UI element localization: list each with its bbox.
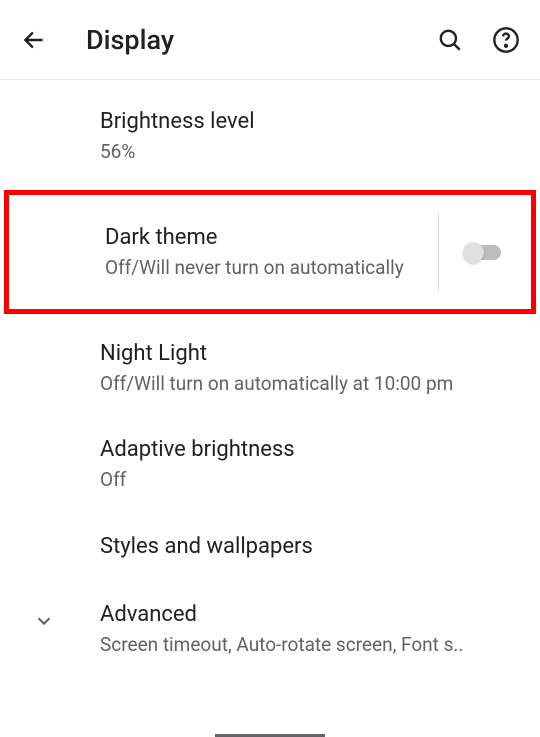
night-light-subtitle: Off/Will turn on automatically at 10:00 … <box>100 371 520 397</box>
adaptive-brightness-title: Adaptive brightness <box>100 436 520 465</box>
back-arrow-icon <box>21 27 47 53</box>
dark-theme-item[interactable]: Dark theme Off/Will never turn on automa… <box>9 195 531 309</box>
expand-button[interactable] <box>32 609 56 633</box>
settings-list: Brightness level 56% Dark theme Off/Will… <box>0 80 540 678</box>
brightness-title: Brightness level <box>100 108 520 137</box>
chevron-down-icon <box>33 610 55 632</box>
dark-theme-toggle[interactable] <box>463 242 503 262</box>
app-header: Display <box>0 0 540 80</box>
dark-theme-highlight: Dark theme Off/Will never turn on automa… <box>4 190 536 314</box>
styles-wallpapers-item[interactable]: Styles and wallpapers <box>0 513 540 582</box>
search-icon <box>437 27 463 53</box>
advanced-item[interactable]: Advanced Screen timeout, Auto-rotate scr… <box>0 581 540 677</box>
adaptive-brightness-item[interactable]: Adaptive brightness Off <box>0 416 540 512</box>
dark-theme-title: Dark theme <box>105 224 422 253</box>
toggle-divider <box>438 213 439 291</box>
night-light-title: Night Light <box>100 340 520 369</box>
header-actions <box>436 26 520 54</box>
page-title: Display <box>86 24 436 56</box>
adaptive-brightness-subtitle: Off <box>100 467 520 493</box>
dark-theme-text: Dark theme Off/Will never turn on automa… <box>105 224 438 280</box>
brightness-level-item[interactable]: Brightness level 56% <box>0 88 540 184</box>
styles-wallpapers-title: Styles and wallpapers <box>100 533 520 562</box>
help-button[interactable] <box>492 26 520 54</box>
night-light-item[interactable]: Night Light Off/Will turn on automatical… <box>0 320 540 416</box>
back-button[interactable] <box>20 26 48 54</box>
advanced-title: Advanced <box>100 601 520 630</box>
toggle-thumb <box>463 242 484 263</box>
search-button[interactable] <box>436 26 464 54</box>
dark-theme-subtitle: Off/Will never turn on automatically <box>105 255 422 281</box>
help-icon <box>492 26 520 54</box>
brightness-value: 56% <box>100 139 520 165</box>
advanced-subtitle: Screen timeout, Auto-rotate screen, Font… <box>100 632 520 658</box>
